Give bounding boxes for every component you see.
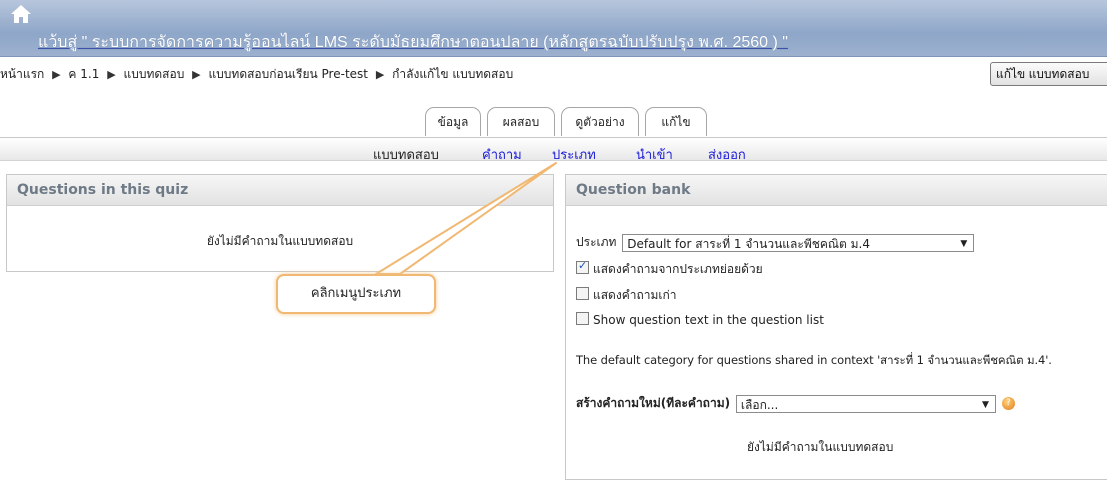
breadcrumb-separator: ▶: [107, 68, 116, 81]
create-question-label: สร้างคำถามใหม่(ทีละคำถาม): [576, 396, 731, 410]
create-question-row: สร้างคำถามใหม่(ทีละคำถาม) เลือก... ▼ ?: [576, 394, 1015, 413]
bank-empty-message: ยังไม่มีคำถามในแบบทดสอบ: [747, 440, 894, 454]
category-select-value: Default for สาระที่ 1 จำนวนและพีชคณิต ม.…: [627, 236, 870, 251]
breadcrumb-course[interactable]: ค 1.1: [68, 67, 99, 81]
show-text-label: Show question text in the question list: [593, 313, 824, 327]
quiz-questions-title: Questions in this quiz: [7, 175, 553, 206]
show-text-row: Show question text in the question list: [576, 312, 824, 327]
old-questions-row: แสดงคำถามเก่า: [576, 286, 677, 305]
edit-quiz-button[interactable]: แก้ไข แบบทดสอบ: [990, 62, 1107, 86]
old-questions-label: แสดงคำถามเก่า: [593, 288, 677, 302]
create-question-select-value: เลือก...: [740, 397, 779, 412]
category-select[interactable]: Default for สาระที่ 1 จำนวนและพีชคณิต ม.…: [622, 233, 975, 252]
breadcrumb-quiz[interactable]: แบบทดสอบก่อนเรียน Pre-test: [208, 67, 368, 81]
show-text-checkbox[interactable]: [576, 312, 589, 325]
quiz-questions-panel: Questions in this quiz ยังไม่มีคำถามในแบ…: [6, 174, 554, 272]
tab-info[interactable]: ข้อมูล: [425, 107, 481, 136]
subtab-import[interactable]: นำเข้า: [636, 144, 673, 165]
question-bank-panel: Question bank ประเภท Default for สาระที่…: [565, 174, 1107, 480]
breadcrumb-home[interactable]: หน้าแรก: [0, 67, 44, 81]
breadcrumb-quizzes[interactable]: แบบทดสอบ: [123, 67, 184, 81]
old-questions-checkbox[interactable]: [576, 287, 589, 300]
subcategories-label: แสดงคำถามจากประเภทย่อยด้วย: [593, 262, 763, 276]
tab-preview[interactable]: ดูตัวอย่าง: [561, 107, 639, 136]
subtab-bar: แบบทดสอบ คำถาม ประเภท นำเข้า ส่งออก: [0, 138, 1107, 163]
breadcrumb: หน้าแรก ▶ ค 1.1 ▶ แบบทดสอบ ▶ แบบทดสอบก่อ…: [0, 65, 513, 84]
callout-bubble: คลิกเมนูประเภท: [276, 274, 436, 314]
dropdown-arrow-icon: ▼: [960, 238, 968, 249]
subtab-categories[interactable]: ประเภท: [552, 144, 596, 165]
subtab-quiz[interactable]: แบบทดสอบ: [373, 144, 439, 165]
tab-results[interactable]: ผลสอบ: [487, 107, 555, 136]
category-label: ประเภท: [576, 235, 617, 249]
breadcrumb-separator: ▶: [192, 68, 201, 81]
subtab-questions[interactable]: คำถาม: [482, 144, 522, 165]
subcategories-row: แสดงคำถามจากประเภทย่อยด้วย: [576, 259, 763, 279]
site-title[interactable]: แว้บสู่ " ระบบการจัดการความรู้ออนไลน์ LM…: [38, 30, 788, 55]
help-icon[interactable]: ?: [1001, 397, 1015, 410]
subtab-export[interactable]: ส่งออก: [708, 144, 746, 165]
dropdown-arrow-icon: ▼: [982, 399, 989, 410]
category-row: ประเภท Default for สาระที่ 1 จำนวนและพีช…: [576, 233, 975, 252]
breadcrumb-current: กำลังแก้ไข แบบทดสอบ: [392, 67, 514, 81]
breadcrumb-separator: ▶: [375, 68, 385, 81]
quiz-empty-message: ยังไม่มีคำถามในแบบทดสอบ: [206, 234, 354, 248]
question-bank-title: Question bank: [566, 175, 1107, 206]
tab-edit[interactable]: แก้ไข: [645, 107, 707, 136]
home-icon[interactable]: [9, 2, 33, 26]
create-question-select[interactable]: เลือก... ▼: [735, 394, 996, 413]
subcategories-checkbox[interactable]: [576, 259, 589, 274]
default-category-text: The default category for questions share…: [576, 353, 1052, 367]
tab-row: ข้อมูล ผลสอบ ดูตัวอย่าง แก้ไข: [0, 107, 1107, 138]
breadcrumb-separator: ▶: [52, 68, 61, 81]
site-header: แว้บสู่ " ระบบการจัดการความรู้ออนไลน์ LM…: [0, 0, 1107, 57]
